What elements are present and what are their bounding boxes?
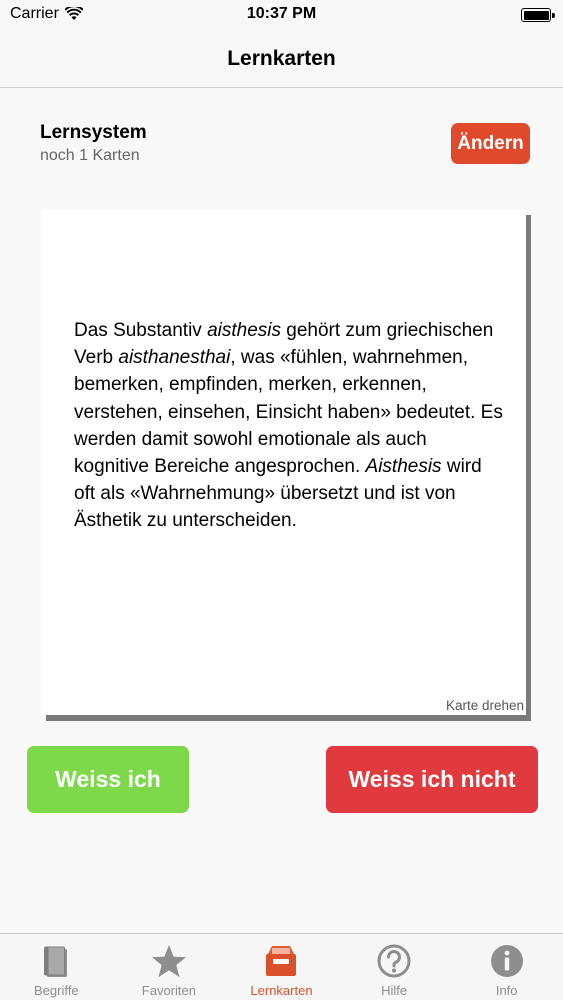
book-icon xyxy=(44,946,68,977)
tab-lernkarten[interactable]: Lernkarten xyxy=(225,934,338,1000)
learning-system-title: Lernsystem xyxy=(40,122,147,143)
tab-label: Begriffe xyxy=(34,983,79,998)
tab-info[interactable]: Info xyxy=(450,934,563,1000)
main-content: Lernsystem noch 1 Karten Ändern Das Subs… xyxy=(0,89,563,933)
know-it-button[interactable]: Weiss ich xyxy=(27,746,189,813)
flashcard-text: Das Substantiv aisthesis gehört zum grie… xyxy=(74,317,504,535)
status-time: 10:37 PM xyxy=(246,5,317,22)
question-icon xyxy=(377,944,411,978)
tab-label: Hilfe xyxy=(381,983,408,998)
tab-bar: Begriffe Favoriten Lernkarten Hilfe Info xyxy=(0,933,563,1000)
star-icon xyxy=(151,945,186,978)
card-text-italic: Aisthesis xyxy=(365,456,442,478)
flashcard[interactable]: Das Substantiv aisthesis gehört zum grie… xyxy=(41,209,526,715)
tray-icon xyxy=(266,946,297,976)
tab-favoriten[interactable]: Favoriten xyxy=(113,934,226,1000)
status-bar: Carrier 10:37 PM xyxy=(0,0,563,30)
cards-remaining-label: noch 1 Karten xyxy=(40,147,140,164)
card-text-segment: Das Substantiv xyxy=(74,320,208,341)
page-title: Lernkarten xyxy=(227,46,336,70)
tab-label: Favoriten xyxy=(141,983,196,998)
tab-label: Lernkarten xyxy=(250,983,313,998)
tab-hilfe[interactable]: Hilfe xyxy=(338,934,451,1000)
flip-card-button[interactable]: Karte drehen xyxy=(446,698,524,713)
info-icon xyxy=(490,945,523,977)
navigation-bar: Lernkarten xyxy=(0,30,563,88)
tab-begriffe[interactable]: Begriffe xyxy=(0,934,113,1000)
dont-know-button[interactable]: Weiss ich nicht xyxy=(326,746,538,813)
change-button[interactable]: Ändern xyxy=(451,123,530,164)
battery-icon xyxy=(521,8,555,22)
card-text-italic: aisthanesthai xyxy=(118,347,231,369)
tab-label: Info xyxy=(495,983,518,998)
card-text-italic: aisthesis xyxy=(207,320,281,341)
